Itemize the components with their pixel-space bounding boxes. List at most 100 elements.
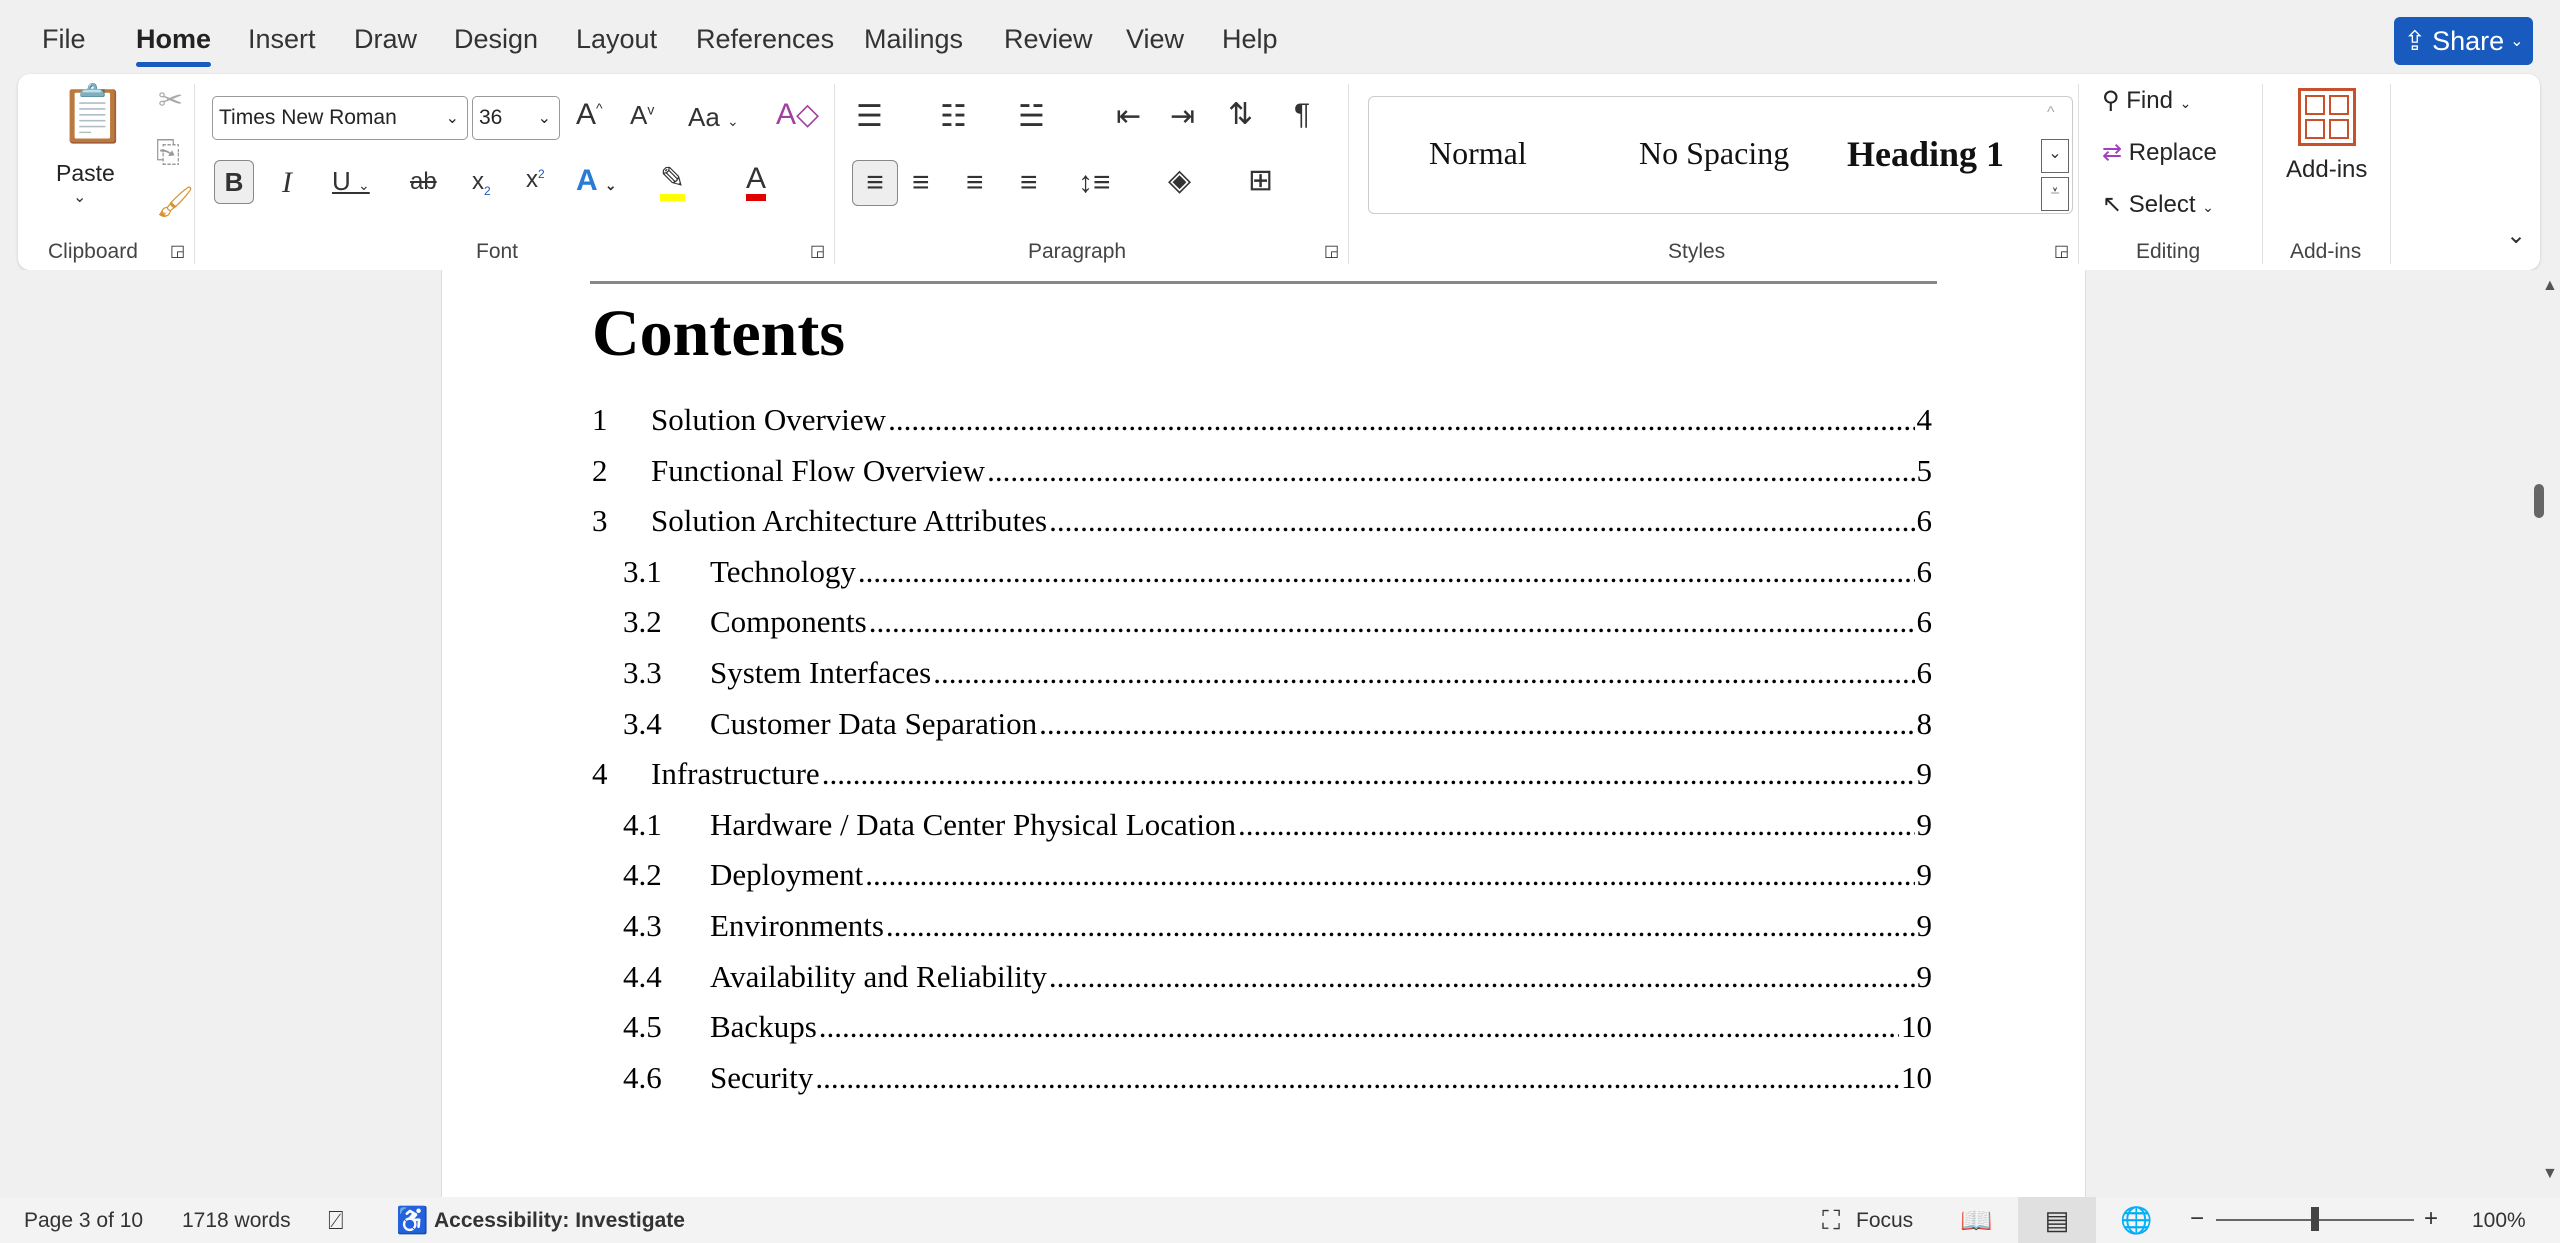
chevron-down-icon[interactable]: ⌄ (73, 190, 86, 206)
style-no-spacing[interactable]: No Spacing (1639, 135, 1789, 172)
toc-entry[interactable]: 4.5 Backups 10 (592, 1009, 1932, 1055)
tab-view[interactable]: View (1126, 24, 1184, 55)
divider (194, 84, 195, 264)
zoom-level[interactable]: 100% (2472, 1209, 2526, 1233)
cut-icon[interactable]: ✂ (158, 86, 183, 116)
vertical-scrollbar[interactable]: ▲ ▼ (2540, 270, 2560, 1197)
find-button[interactable]: ⚲ Find ⌄ (2102, 86, 2191, 115)
toc-entry[interactable]: 4.1 Hardware / Data Center Physical Locat… (592, 807, 1932, 853)
page-count[interactable]: Page 3 of 10 (24, 1209, 143, 1233)
numbering-icon[interactable]: ☷ (940, 102, 967, 132)
toc-entry[interactable]: 3 Solution Architecture Attributes 6 (592, 503, 1932, 549)
font-name-select[interactable]: Times New Roman ⌄ (212, 96, 468, 140)
focus-button[interactable]: Focus (1856, 1209, 1913, 1233)
toc-entry[interactable]: 3.4 Customer Data Separation 8 (592, 706, 1932, 752)
toc-page: 9 (1916, 958, 1933, 994)
tab-help[interactable]: Help (1222, 24, 1278, 55)
font-color-icon[interactable]: A (746, 164, 767, 201)
grow-font-icon[interactable]: A^ (576, 100, 603, 130)
dialog-launcher-icon[interactable]: ◲ (810, 244, 825, 260)
scroll-up-arrow-icon[interactable]: ▲ (2542, 278, 2558, 294)
toc-entry[interactable]: 3.1 Technology 6 (592, 554, 1932, 600)
justify-icon[interactable]: ≡ (1020, 168, 1038, 198)
italic-button[interactable]: I (282, 168, 292, 198)
increase-indent-icon[interactable]: ⇥ (1170, 102, 1195, 132)
read-mode-icon[interactable]: 📖 (1960, 1205, 1992, 1236)
strikethrough-button[interactable]: ab (410, 170, 437, 194)
more-styles-icon[interactable]: ⩡ (2041, 177, 2069, 211)
word-count[interactable]: 1718 words (182, 1209, 291, 1233)
share-button[interactable]: ⇪ Share ⌄ (2394, 17, 2533, 65)
select-button[interactable]: ↖ Select ⌄ (2102, 190, 2214, 219)
tab-draw[interactable]: Draw (354, 24, 417, 55)
scroll-down-icon[interactable]: ⌄ (2041, 139, 2069, 173)
toc-leader (933, 655, 1914, 691)
tab-layout[interactable]: Layout (576, 24, 657, 55)
tab-mailings[interactable]: Mailings (864, 24, 963, 55)
line-spacing-icon[interactable]: ↕≡ (1078, 168, 1111, 198)
accessibility-icon[interactable]: ♿ (396, 1205, 428, 1236)
toc-entry[interactable]: 2 Functional Flow Overview 5 (592, 453, 1932, 499)
change-case-button[interactable]: Aa ⌄ (688, 104, 739, 130)
dialog-launcher-icon[interactable]: ◲ (1324, 244, 1339, 260)
proofing-icon[interactable]: ⍁ (328, 1205, 344, 1237)
borders-icon[interactable]: ⊞ (1248, 166, 1273, 196)
shading-icon[interactable]: ◈ (1168, 166, 1191, 196)
show-formatting-icon[interactable]: ¶ (1294, 100, 1310, 130)
multilevel-list-icon[interactable]: ☱ (1018, 102, 1045, 132)
dialog-launcher-icon[interactable]: ◲ (170, 244, 185, 260)
toc-entry[interactable]: 4 Infrastructure 9 (592, 756, 1932, 802)
toc-entry[interactable]: 1 Solution Overview 4 (592, 402, 1932, 448)
tab-references[interactable]: References (696, 24, 834, 55)
zoom-in-button[interactable]: + (2424, 1205, 2438, 1233)
toc-entry[interactable]: 3.2 Components 6 (592, 604, 1932, 650)
paste-button[interactable]: Paste (56, 160, 115, 187)
scroll-down-arrow-icon[interactable]: ▼ (2542, 1166, 2558, 1182)
toc-title: Solution Architecture Attributes (651, 503, 1048, 539)
toc-entry[interactable]: 4.6 Security 10 (592, 1060, 1932, 1106)
align-right-icon[interactable]: ≡ (966, 168, 984, 198)
scroll-up-icon[interactable]: ^ (2047, 105, 2055, 121)
toc-number: 3 (592, 503, 608, 539)
copy-icon[interactable]: ⎘ (156, 138, 180, 168)
tab-design[interactable]: Design (454, 24, 538, 55)
collapse-ribbon-icon[interactable]: ⌄ (2506, 224, 2526, 248)
toc-entry[interactable]: 4.4 Availability and Reliability 9 (592, 959, 1932, 1005)
zoom-slider-thumb[interactable] (2311, 1207, 2319, 1231)
add-ins-icon[interactable] (2298, 88, 2356, 146)
replace-button[interactable]: ⇄ Replace (2102, 138, 2217, 167)
underline-button[interactable]: U ⌄ (332, 168, 370, 194)
paste-icon[interactable]: 📋 (58, 86, 128, 142)
sort-icon[interactable]: ⇅ (1228, 100, 1253, 130)
tab-home[interactable]: Home (136, 24, 212, 67)
bullets-icon[interactable]: ☰ (856, 102, 883, 132)
accessibility-status[interactable]: Accessibility: Investigate (434, 1209, 685, 1233)
scrollbar-thumb[interactable] (2534, 484, 2544, 518)
align-left-button[interactable]: ≡ (852, 160, 898, 206)
decrease-indent-icon[interactable]: ⇤ (1116, 102, 1141, 132)
web-layout-icon[interactable]: 🌐 (2120, 1205, 2152, 1236)
bold-button[interactable]: B (214, 160, 254, 204)
style-normal[interactable]: Normal (1429, 135, 1527, 172)
dialog-launcher-icon[interactable]: ◲ (2054, 244, 2069, 260)
zoom-out-button[interactable]: − (2190, 1205, 2204, 1233)
highlight-color-icon[interactable]: ✎ (660, 164, 686, 201)
shrink-font-icon[interactable]: Av (630, 102, 654, 128)
print-layout-button[interactable]: ▤ (2018, 1197, 2096, 1243)
superscript-button[interactable]: x2 (526, 168, 545, 192)
style-heading-1[interactable]: Heading 1 (1847, 133, 2004, 175)
clear-formatting-icon[interactable]: A◇ (776, 100, 819, 130)
tab-insert[interactable]: Insert (248, 24, 316, 55)
text-effects-icon[interactable]: A ⌄ (576, 166, 617, 196)
align-center-icon[interactable]: ≡ (912, 168, 930, 198)
tab-file[interactable]: File (42, 24, 86, 55)
tab-review[interactable]: Review (1004, 24, 1093, 55)
toc-entry[interactable]: 4.2 Deployment 9 (592, 857, 1932, 903)
add-ins-button[interactable]: Add-ins (2286, 156, 2367, 184)
font-size-select[interactable]: 36 ⌄ (472, 96, 560, 140)
subscript-button[interactable]: x2 (472, 170, 491, 197)
toc-entry[interactable]: 4.3 Environments 9 (592, 908, 1932, 954)
format-painter-icon[interactable]: 🖌 (156, 188, 194, 218)
toc-entry[interactable]: 3.3 System Interfaces 6 (592, 655, 1932, 701)
focus-icon[interactable]: ⛶ (1822, 1205, 1840, 1237)
